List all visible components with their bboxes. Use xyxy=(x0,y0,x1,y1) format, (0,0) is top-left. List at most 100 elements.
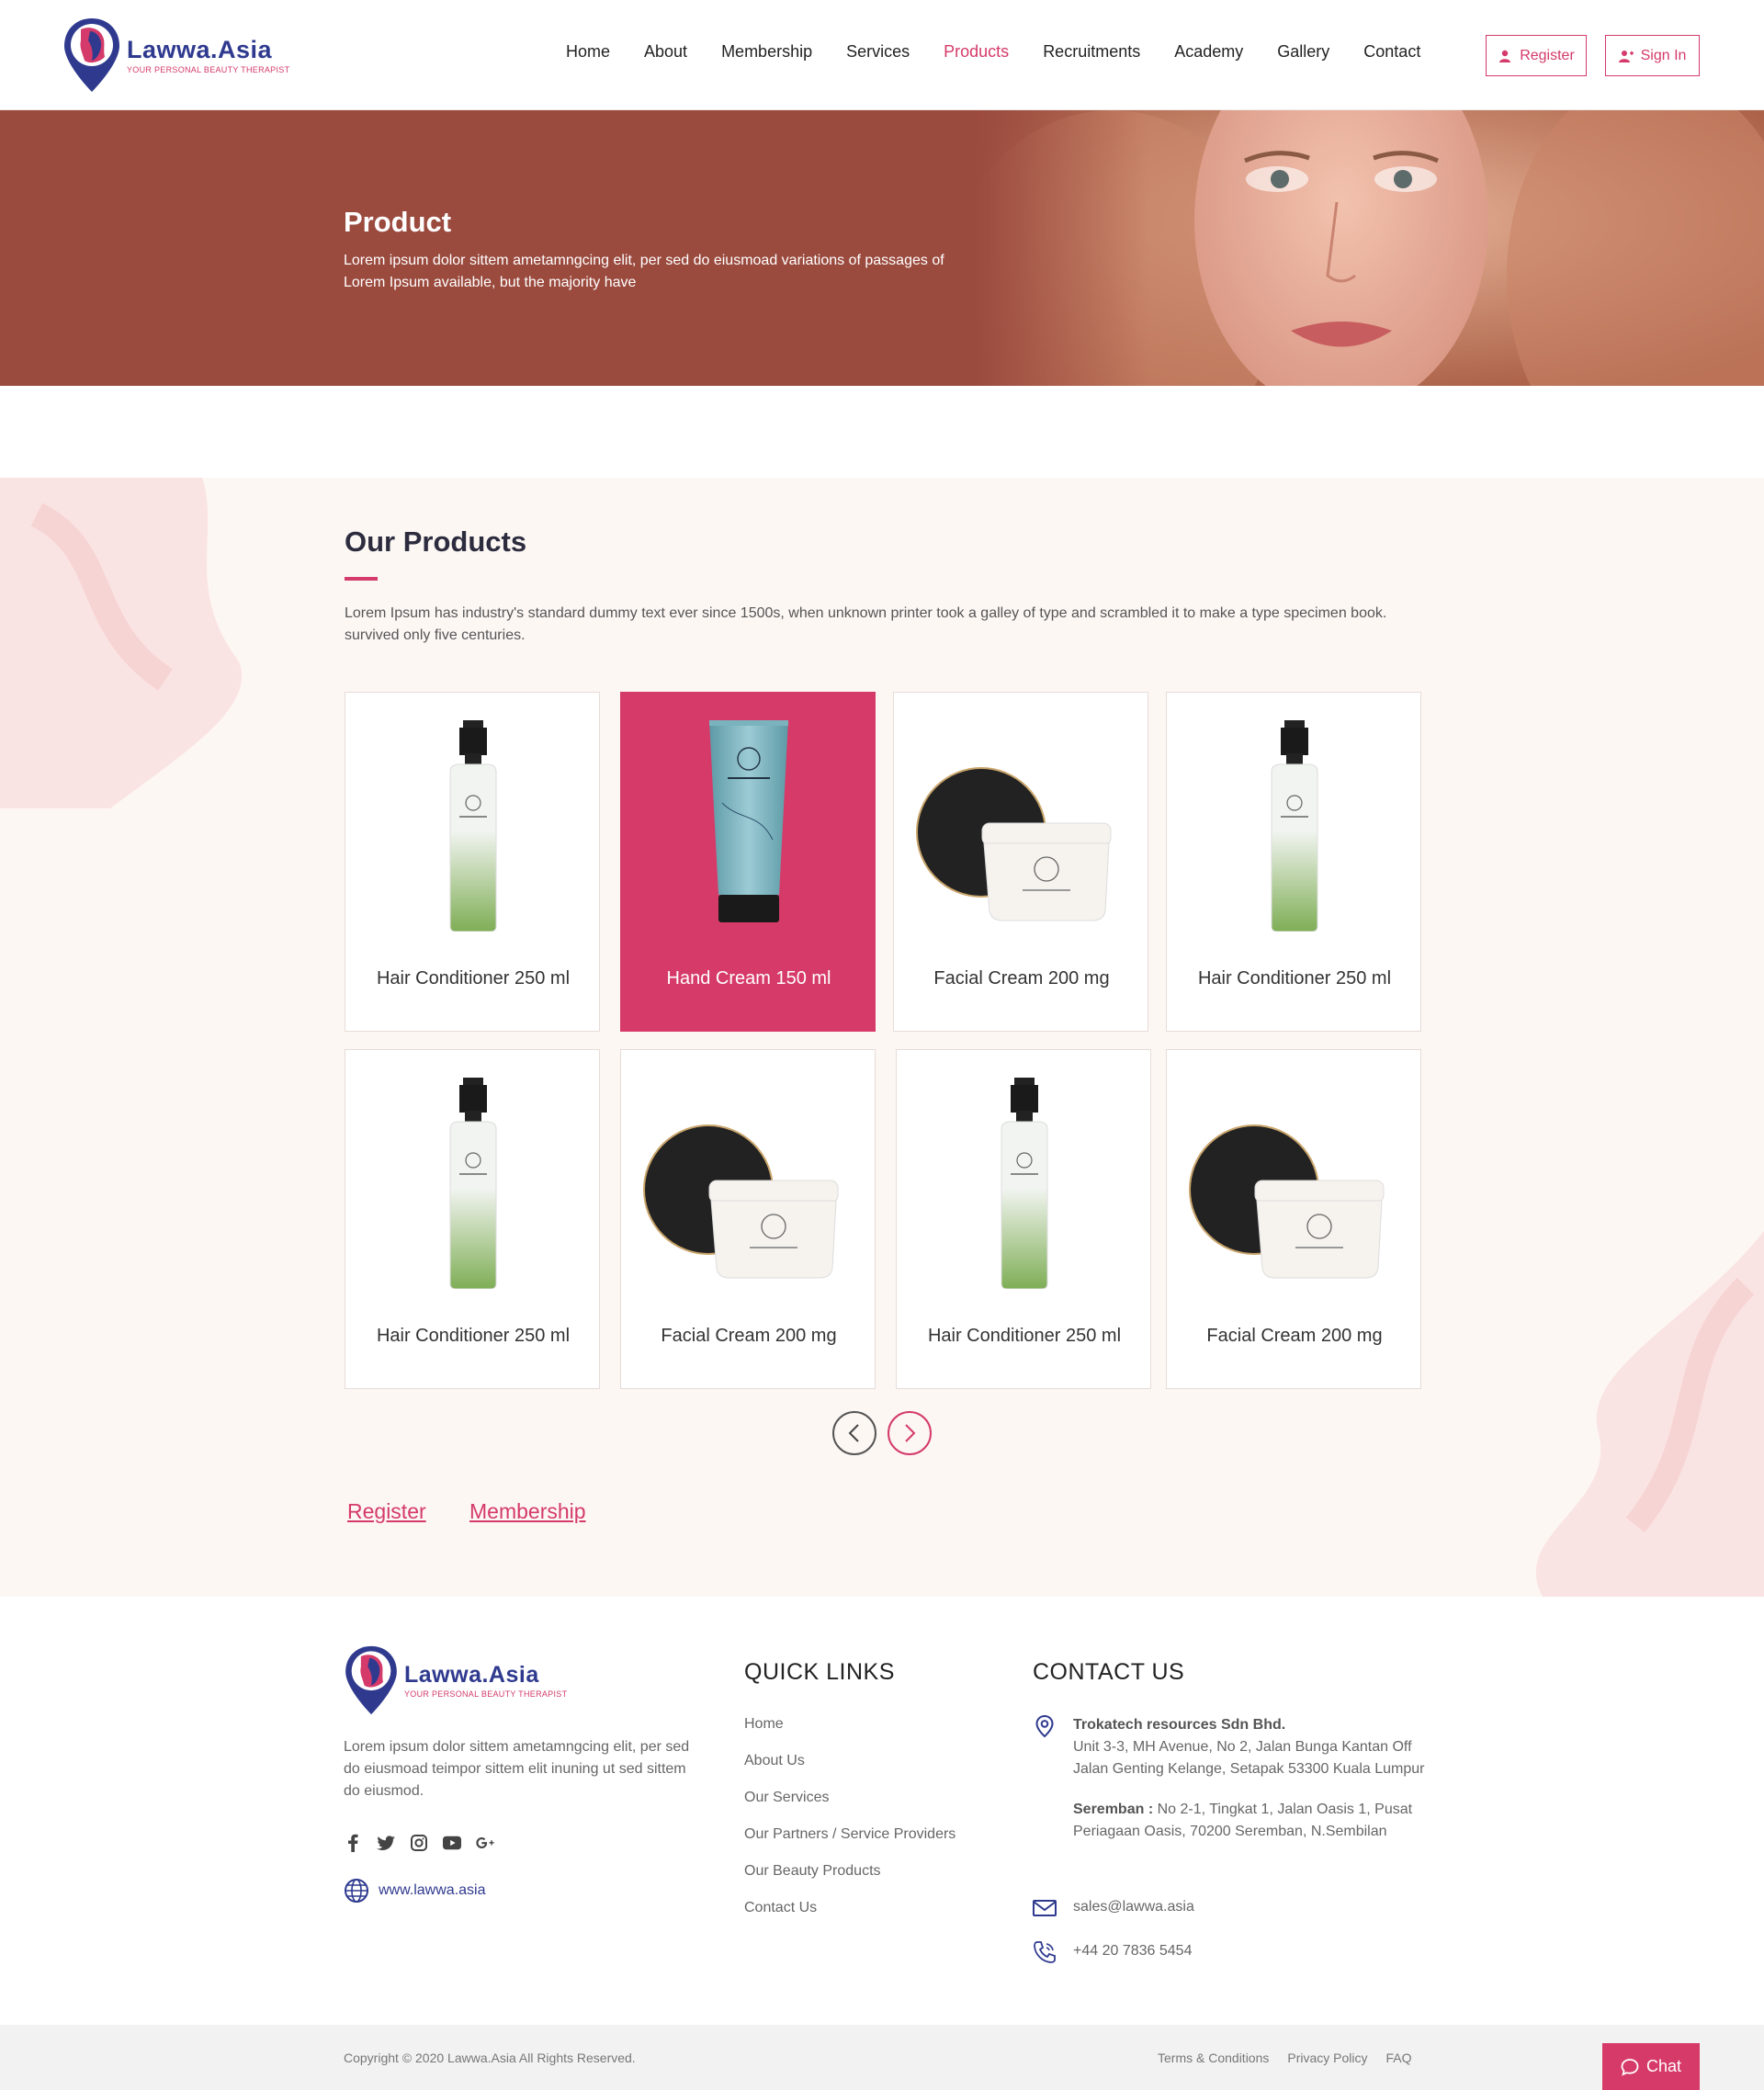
chat-button[interactable]: Chat xyxy=(1602,2043,1700,2090)
location-pin-icon xyxy=(1035,1714,1054,1738)
nav-services[interactable]: Services xyxy=(846,42,910,62)
footer-logo[interactable]: Lawwa.Asia YOUR PERSONAL BEAUTY THERAPIS… xyxy=(344,1644,567,1716)
phone-number: +44 20 7836 5454 xyxy=(1073,1943,1193,1959)
website-url: www.lawwa.asia xyxy=(379,1882,486,1898)
email-address: sales@lawwa.asia xyxy=(1073,1899,1194,1915)
hero-banner: Product Lorem ipsum dolor sittem ametamn… xyxy=(0,110,1764,386)
product-card[interactable]: Hair Conditioner 250 ml xyxy=(345,1049,600,1389)
nav-gallery[interactable]: Gallery xyxy=(1277,42,1329,62)
product-card[interactable]: Facial Cream 200 mg xyxy=(620,1049,876,1389)
privacy-link[interactable]: Privacy Policy xyxy=(1287,2050,1367,2065)
nav-products[interactable]: Products xyxy=(944,42,1009,62)
nav-contact[interactable]: Contact xyxy=(1363,42,1420,62)
site-footer: Lawwa.Asia YOUR PERSONAL BEAUTY THERAPIS… xyxy=(0,1597,1764,2025)
brush-decoration-left xyxy=(0,478,243,808)
globe-icon xyxy=(345,1879,368,1903)
product-card[interactable]: Facial Cream 200 mg xyxy=(893,692,1148,1032)
terms-link[interactable]: Terms & Conditions xyxy=(1158,2050,1269,2065)
products-section: Our Products Lorem Ipsum has industry's … xyxy=(0,478,1764,1597)
faq-link[interactable]: FAQ xyxy=(1386,2050,1412,2065)
logo-name: Lawwa.Asia xyxy=(127,36,273,63)
product-card[interactable]: Facial Cream 200 mg xyxy=(1166,1049,1421,1389)
logo-name: Lawwa.Asia xyxy=(404,1662,539,1688)
chevron-left-icon xyxy=(848,1424,859,1442)
copyright-text: Copyright © 2020 Lawwa.Asia All Rights R… xyxy=(344,2050,636,2065)
spray-bottle-icon xyxy=(1001,1078,1048,1289)
cream-jar-icon xyxy=(916,767,1112,921)
branch-label: Seremban : xyxy=(1073,1802,1154,1817)
register-button[interactable]: Register xyxy=(1486,35,1587,76)
quick-links-list: Home About Us Our Services Our Partners … xyxy=(744,1716,956,1937)
contact-email[interactable]: sales@lawwa.asia xyxy=(1033,1896,1431,1920)
nav-recruitments[interactable]: Recruitments xyxy=(1043,42,1140,62)
main-nav: Home About Membership Services Products … xyxy=(566,42,1454,62)
site-logo[interactable]: Lawwa.Asia YOUR PERSONAL BEAUTY THERAPIS… xyxy=(62,17,289,94)
nav-home[interactable]: Home xyxy=(566,42,610,62)
footer-description: Lorem ipsum dolor sittem ametamngcing el… xyxy=(344,1739,690,1799)
logo-pin-icon xyxy=(64,18,119,92)
sign-in-label: Sign In xyxy=(1640,47,1687,63)
product-name: Hair Conditioner 250 ml xyxy=(376,1326,571,1346)
twitter-icon[interactable] xyxy=(377,1834,395,1852)
brush-decoration-right xyxy=(1536,1231,1764,1597)
logo-pin-icon xyxy=(345,1645,397,1715)
quick-link-partners[interactable]: Our Partners / Service Providers xyxy=(744,1826,956,1863)
register-label: Register xyxy=(1520,47,1575,63)
title-underline xyxy=(345,577,378,581)
mail-icon xyxy=(1033,1900,1057,1916)
register-link[interactable]: Register xyxy=(347,1499,426,1524)
spray-bottle-icon xyxy=(449,720,497,932)
membership-link[interactable]: Membership xyxy=(469,1499,586,1524)
quick-link-about[interactable]: About Us xyxy=(744,1753,956,1790)
product-name: Hair Conditioner 250 ml xyxy=(376,968,571,989)
hero-woman-image xyxy=(974,110,1764,386)
product-card[interactable]: Hair Conditioner 250 ml xyxy=(896,1049,1151,1389)
quick-links-title: QUICK LINKS xyxy=(744,1659,895,1685)
address-kl: Unit 3-3, MH Avenue, No 2, Jalan Bunga K… xyxy=(1073,1739,1425,1777)
nav-membership[interactable]: Membership xyxy=(721,42,812,62)
contact-address: Trokatech resources Sdn Bhd. Unit 3-3, M… xyxy=(1033,1714,1431,1843)
quick-link-home[interactable]: Home xyxy=(744,1716,956,1753)
instagram-icon[interactable] xyxy=(410,1834,428,1852)
quick-link-contact[interactable]: Contact Us xyxy=(744,1900,956,1937)
carousel-next-button[interactable] xyxy=(888,1411,932,1455)
nav-about[interactable]: About xyxy=(644,42,687,62)
quick-link-services[interactable]: Our Services xyxy=(744,1790,956,1826)
google-plus-icon[interactable] xyxy=(476,1834,494,1852)
nav-academy[interactable]: Academy xyxy=(1174,42,1243,62)
chat-bubble-icon xyxy=(1621,2058,1639,2076)
spray-bottle-icon xyxy=(449,1078,497,1289)
product-name: Facial Cream 200 mg xyxy=(661,1326,837,1346)
website-link[interactable]: www.lawwa.asia xyxy=(344,1878,485,1904)
spray-bottle-icon xyxy=(1271,720,1318,932)
quick-link-products[interactable]: Our Beauty Products xyxy=(744,1863,956,1900)
contact-title: CONTACT US xyxy=(1033,1659,1185,1685)
section-title: Our Products xyxy=(345,525,527,558)
phone-icon xyxy=(1034,1941,1056,1963)
contact-phone[interactable]: +44 20 7836 5454 xyxy=(1033,1940,1431,1964)
hero-title: Product xyxy=(344,206,452,238)
product-card[interactable]: Hair Conditioner 250 ml xyxy=(345,692,600,1032)
logo-tagline: YOUR PERSONAL BEAUTY THERAPIST xyxy=(127,65,290,74)
product-card[interactable]: Hair Conditioner 250 ml xyxy=(1166,692,1421,1032)
youtube-icon[interactable] xyxy=(443,1834,461,1852)
site-header: Lawwa.Asia YOUR PERSONAL BEAUTY THERAPIS… xyxy=(0,0,1764,110)
cream-jar-icon xyxy=(1189,1124,1385,1279)
section-description: Lorem Ipsum has industry's standard dumm… xyxy=(345,605,1387,643)
product-card-active[interactable]: Hand Cream 150 ml xyxy=(620,692,876,1032)
hero-description: Lorem ipsum dolor sittem ametamngcing el… xyxy=(344,253,944,290)
product-name: Facial Cream 200 mg xyxy=(933,968,1110,989)
user-icon xyxy=(1499,50,1511,62)
chevron-right-icon xyxy=(905,1424,916,1442)
sign-in-button[interactable]: Sign In xyxy=(1605,35,1700,76)
user-plus-icon xyxy=(1618,50,1634,62)
carousel-prev-button[interactable] xyxy=(832,1411,876,1455)
company-name: Trokatech resources Sdn Bhd. xyxy=(1073,1717,1286,1733)
product-name: Hair Conditioner 250 ml xyxy=(927,1326,1122,1346)
cream-jar-icon xyxy=(643,1124,839,1279)
chat-label: Chat xyxy=(1645,2057,1682,2075)
facebook-icon[interactable] xyxy=(344,1834,362,1852)
bottom-bar: Copyright © 2020 Lawwa.Asia All Rights R… xyxy=(0,2025,1764,2090)
tube-icon xyxy=(709,720,788,922)
legal-links: Terms & Conditions Privacy Policy FAQ xyxy=(1158,2050,1430,2065)
